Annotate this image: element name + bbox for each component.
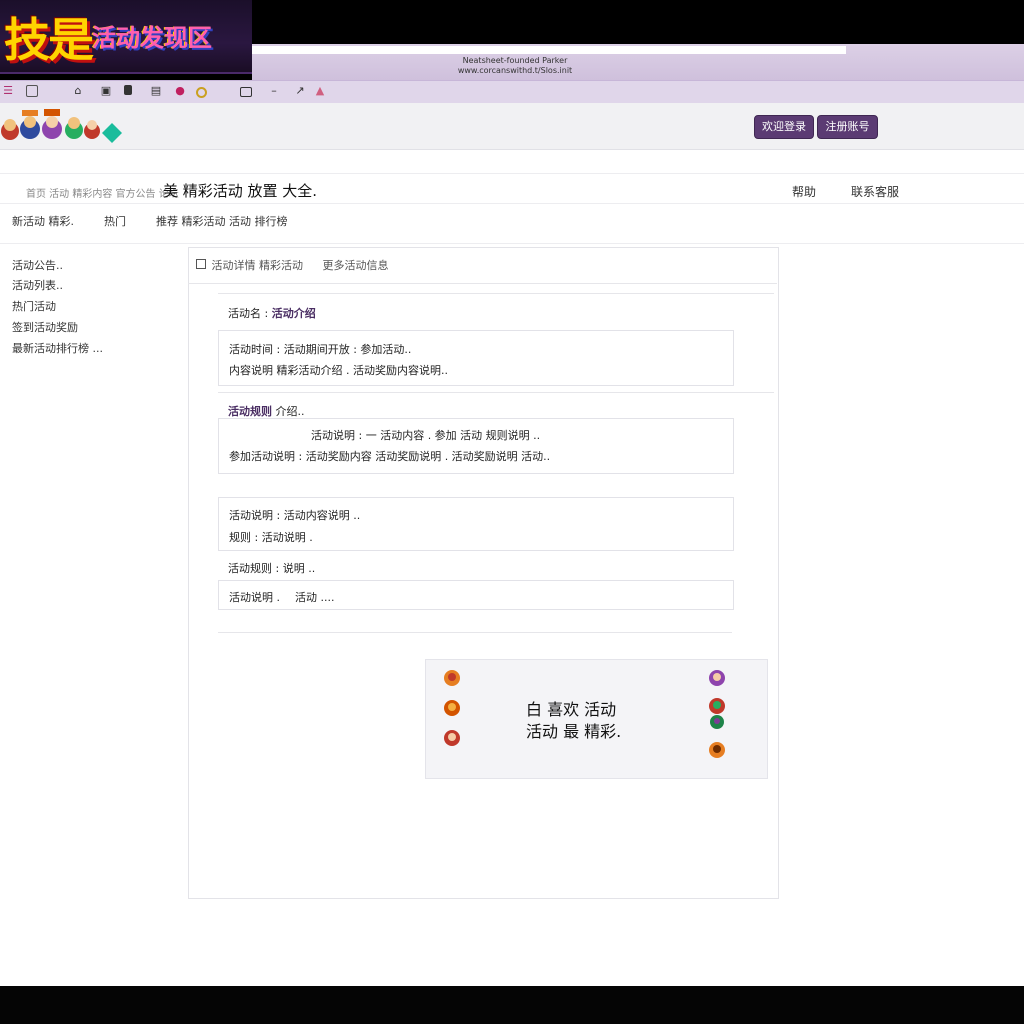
section-3-box[interactable]: 活动说明 : 活动内容说明 .. 规则 : 活动说明 .	[218, 497, 734, 551]
subnav-item-recommended[interactable]: 推荐 精彩活动 活动 排行榜	[156, 213, 288, 229]
character-sprite-icon	[444, 670, 460, 686]
section-2-label: 活动规则 介绍..	[228, 403, 305, 419]
address-line-1: Neatsheet-founded Parker	[462, 56, 568, 65]
character-sprite-icon	[710, 715, 724, 729]
login-button[interactable]: 欢迎登录	[754, 115, 814, 139]
logo-main-text: 技是	[4, 13, 94, 67]
media-icon[interactable]	[196, 87, 207, 98]
section-1-label: 活动名 : 活动介绍	[228, 305, 316, 321]
subnav-divider	[0, 243, 1024, 244]
subnav-item-hot[interactable]: 热门	[104, 213, 126, 229]
content-head-divider	[188, 283, 777, 284]
title-divider	[0, 203, 1024, 204]
address-text: Neatsheet-founded Parker www.corcanswith…	[450, 56, 580, 76]
browser-toolbar: ☰ ⌂ ▣ ▤ ● – ↗ ▲	[0, 80, 1024, 104]
content-tabs: 活动详情 精彩活动 更多活动信息	[196, 257, 389, 273]
section-1-label-bold: 活动介绍	[271, 307, 316, 320]
section-2-label-text: 介绍..	[275, 405, 305, 418]
promo-banner[interactable]: 白 喜欢 活动 活动 最 精彩.	[425, 659, 768, 779]
section-4-line-2: 活动 ....	[295, 591, 335, 604]
section-3-line-2: 规则 : 活动说明 .	[229, 531, 313, 544]
site-header: 欢迎登录 注册账号	[0, 103, 1024, 150]
tag-icon[interactable]: ▲	[314, 85, 326, 97]
help-link[interactable]: 帮助	[792, 183, 816, 200]
site-logo-banner[interactable]: 技是 活动发现区	[0, 0, 252, 74]
promo-title: 白 喜欢 活动	[526, 700, 617, 719]
arrow-icon[interactable]: –	[268, 85, 280, 97]
bookmark-icon[interactable]: ▤	[150, 85, 162, 97]
section-divider	[218, 293, 774, 294]
sidebar-item-hot-events[interactable]: 热门活动	[12, 298, 56, 314]
section-2-line-2: 参加活动说明 : 活动奖励内容 活动奖励说明 . 活动奖励说明 活动..	[229, 450, 551, 463]
section-4-box[interactable]: 活动说明 . 活动 ....	[218, 580, 734, 610]
taskbar	[0, 986, 1024, 1024]
section-2-box[interactable]: 活动说明 : 一 活动内容 . 参加 活动 规则说明 .. 参加活动说明 : 活…	[218, 418, 734, 474]
star-icon[interactable]: ↗	[294, 85, 306, 97]
section-1-line-1: 活动时间 : 活动期间开放 : 参加活动..	[229, 343, 412, 356]
dot-icon[interactable]: ●	[174, 85, 186, 97]
sidebar-item-event-list[interactable]: 活动列表..	[12, 277, 63, 293]
menu-icon[interactable]: ☰	[2, 85, 14, 97]
header-divider	[0, 173, 1024, 174]
mascot-characters-image	[1, 109, 122, 143]
sidebar-item-checkin[interactable]: 签到活动奖励	[12, 319, 78, 335]
tab-details[interactable]: 活动详情 精彩活动	[212, 259, 304, 272]
home-icon[interactable]: ⌂	[72, 85, 84, 97]
page: 欢迎登录 注册账号 首页 活动 精彩内容 官方公告 论坛 美 精彩活动 放置 大…	[0, 103, 1024, 986]
address-bar[interactable]	[252, 46, 846, 54]
logo-sub-text: 活动发现区	[92, 24, 212, 52]
character-sprite-icon	[709, 670, 725, 686]
promo-subtitle: 活动 最 精彩.	[526, 722, 622, 741]
content-bottom-divider	[218, 632, 732, 633]
register-button[interactable]: 注册账号	[817, 115, 878, 139]
section-4-line-1: 活动说明 .	[229, 591, 280, 604]
support-link[interactable]: 联系客服	[851, 183, 899, 200]
section-3-line-1: 活动说明 : 活动内容说明 ..	[229, 509, 361, 522]
section-1-box[interactable]: 活动时间 : 活动期间开放 : 参加活动.. 内容说明 精彩活动介绍 . 活动奖…	[218, 330, 734, 386]
square-icon	[196, 259, 206, 269]
title-row: 首页 活动 精彩内容 官方公告 论坛 美 精彩活动 放置 大全. 帮助 联系客服	[0, 175, 1024, 203]
minus-icon[interactable]	[240, 87, 252, 97]
character-sprite-icon	[444, 700, 460, 716]
address-line-2: www.corcanswithd.t/Slos.init	[457, 66, 573, 75]
section-1-line-2: 内容说明 精彩活动介绍 . 活动奖励内容说明..	[229, 364, 448, 377]
section-divider-2	[218, 392, 774, 393]
address-area: Neatsheet-founded Parker www.corcanswith…	[252, 44, 1024, 80]
section-4-label: 活动规则 : 说明 ..	[228, 562, 316, 575]
sub-navigation: 新活动 精彩. 热门 推荐 精彩活动 活动 排行榜	[0, 207, 1024, 237]
section-2-line-1: 活动说明 : 一 活动内容 . 参加 活动 规则说明 ..	[311, 429, 541, 442]
section-2-label-bold: 活动规则	[228, 405, 272, 418]
sidebar-item-ranking[interactable]: 最新活动排行榜 ...	[12, 340, 103, 356]
section-1-label-text: 活动名 :	[228, 307, 269, 320]
sidebar-item-announcements[interactable]: 活动公告..	[12, 257, 63, 273]
breadcrumb[interactable]: 首页 活动 精彩内容 官方公告 论坛	[26, 185, 179, 200]
list-icon[interactable]	[124, 85, 132, 95]
tab-more-info[interactable]: 更多活动信息	[323, 259, 389, 272]
character-sprite-icon	[709, 742, 725, 758]
subnav-item-new[interactable]: 新活动 精彩.	[12, 213, 74, 229]
character-sprite-icon	[444, 730, 460, 746]
window-icon[interactable]: ▣	[100, 85, 112, 97]
page-title: 美 精彩活动 放置 大全.	[163, 182, 318, 200]
square-icon[interactable]	[26, 85, 38, 97]
